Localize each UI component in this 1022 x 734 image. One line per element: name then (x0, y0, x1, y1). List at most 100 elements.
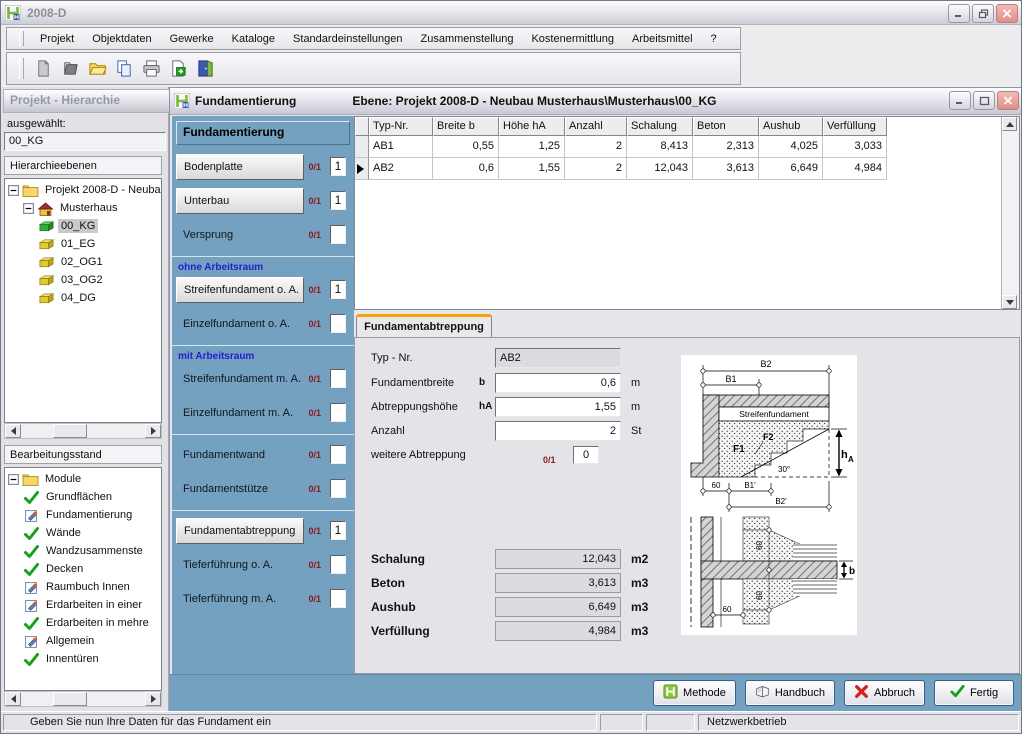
scroll-right-icon[interactable] (145, 692, 161, 706)
menu-kostenermittlung[interactable]: Kostenermittlung (522, 31, 623, 47)
restore-button[interactable] (972, 4, 994, 23)
nav-count-box[interactable] (330, 314, 346, 333)
print-button[interactable] (139, 56, 164, 81)
hierarchy-levels-header[interactable]: Hierarchieebenen (4, 156, 162, 175)
menu-zusammenstellung[interactable]: Zusammenstellung (412, 31, 523, 47)
scrollbar-thumb[interactable] (53, 692, 87, 706)
row-selector[interactable] (355, 136, 369, 158)
abbruch-button[interactable]: Abbruch (844, 680, 925, 706)
tree-item[interactable]: 01_EG (5, 235, 161, 253)
scrollbar-thumb[interactable] (53, 424, 87, 438)
input-field-abtreppungsh-he[interactable]: 1,55 (495, 397, 621, 417)
column-header-h-he-ha[interactable]: Höhe hA (499, 117, 565, 136)
cell-verf-llung[interactable]: 3,033 (823, 136, 887, 158)
nav-item-button[interactable]: Einzelfundament m. A. (176, 400, 311, 426)
scroll-up-icon[interactable] (1002, 117, 1017, 131)
cell-h-he-ha[interactable]: 1,55 (499, 158, 565, 180)
cell-aushub[interactable]: 4,025 (759, 136, 823, 158)
tree-item[interactable]: 02_OG1 (5, 253, 161, 271)
counter-field[interactable]: 0 (573, 446, 599, 464)
tree-item[interactable]: Grundflächen (5, 488, 161, 506)
cell-beton[interactable]: 2,313 (693, 136, 759, 158)
nav-count-box[interactable] (330, 479, 346, 498)
tree-item[interactable]: Innentüren (5, 650, 161, 668)
nav-count-box[interactable] (330, 369, 346, 388)
nav-count-box[interactable] (330, 225, 346, 244)
toolbar-grip[interactable] (19, 58, 24, 80)
maximize-button[interactable] (973, 91, 995, 110)
nav-item-button[interactable]: Fundamentwand (176, 442, 311, 468)
nav-count-box[interactable] (330, 589, 346, 608)
table-vscrollbar[interactable] (1001, 117, 1019, 309)
tree-item[interactable]: Wände (5, 524, 161, 542)
cell-breite-b[interactable]: 0,55 (433, 136, 499, 158)
column-header-beton[interactable]: Beton (693, 117, 759, 136)
new-document-button[interactable] (31, 56, 56, 81)
exit-door-button[interactable] (193, 56, 218, 81)
tree-item[interactable]: Erdarbeiten in einer (5, 596, 161, 614)
nav-count-box[interactable]: 1 (330, 521, 346, 540)
scroll-right-icon[interactable] (145, 424, 161, 438)
nav-count-box[interactable]: 1 (330, 191, 346, 210)
nav-item-button[interactable]: Streifenfundament o. A. (176, 277, 304, 303)
tree-item[interactable]: Fundamentierung (5, 506, 161, 524)
methode-button[interactable]: Methode (653, 680, 736, 706)
tree-item[interactable]: Raumbuch Innen (5, 578, 161, 596)
menu-projekt[interactable]: Projekt (31, 31, 83, 47)
menu-objektdaten[interactable]: Objektdaten (83, 31, 160, 47)
nav-item-button[interactable]: Bodenplatte (176, 154, 304, 180)
export-document-button[interactable] (166, 56, 191, 81)
column-header-anzahl[interactable]: Anzahl (565, 117, 627, 136)
row-selector[interactable] (355, 158, 369, 180)
modules-tree-hscrollbar[interactable] (4, 691, 162, 707)
tree-item[interactable]: Wandzusammenste (5, 542, 161, 560)
column-header-schalung[interactable]: Schalung (627, 117, 693, 136)
tab-fundamentabtreppung[interactable]: Fundamentabtreppung (356, 314, 492, 338)
menu-arbeitsmittel[interactable]: Arbeitsmittel (623, 31, 702, 47)
tree-item[interactable]: Allgemein (5, 632, 161, 650)
cell-schalung[interactable]: 12,043 (627, 158, 693, 180)
nav-count-box[interactable]: 1 (330, 280, 346, 299)
nav-count-box[interactable] (330, 403, 346, 422)
column-header-typ-nr[interactable]: Typ-Nr. (369, 117, 433, 136)
cell-h-he-ha[interactable]: 1,25 (499, 136, 565, 158)
hierarchy-tree-hscrollbar[interactable] (4, 423, 162, 439)
column-header-breite-b[interactable]: Breite b (433, 117, 499, 136)
cell-anzahl[interactable]: 2 (565, 158, 627, 180)
scroll-left-icon[interactable] (5, 424, 21, 438)
nav-item-button[interactable]: Streifenfundament m. A. (176, 366, 311, 392)
table-row[interactable]: AB10,551,2528,4132,3134,0253,033 (355, 136, 1002, 158)
open-recent-button[interactable] (58, 56, 83, 81)
status-panel-header[interactable]: Bearbeitungsstand (4, 445, 162, 464)
table-row[interactable]: AB20,61,55212,0433,6136,6494,984 (355, 158, 1002, 180)
nav-item-button[interactable]: Fundamentabtreppung (176, 518, 304, 544)
nav-item-button[interactable]: Einzelfundament o. A. (176, 311, 311, 337)
column-header-verf-llung[interactable]: Verfüllung (823, 117, 887, 136)
menu-gewerke[interactable]: Gewerke (161, 31, 223, 47)
cell-typ-nr[interactable]: AB2 (369, 158, 433, 180)
tree-item[interactable]: Module (5, 470, 161, 488)
nav-item-button[interactable]: Tieferführung o. A. (176, 552, 311, 578)
menu-item[interactable]: ? (702, 31, 726, 47)
input-field-fundamentbreite[interactable]: 0,6 (495, 373, 621, 393)
nav-item-button[interactable]: Tieferführung m. A. (176, 586, 311, 612)
minimize-button[interactable] (948, 4, 970, 23)
cell-anzahl[interactable]: 2 (565, 136, 627, 158)
cell-verf-llung[interactable]: 4,984 (823, 158, 887, 180)
splitter[interactable] (354, 310, 1020, 314)
nav-count-box[interactable] (330, 445, 346, 464)
minimize-button[interactable] (949, 91, 971, 110)
toolbar-grip[interactable] (19, 31, 24, 46)
nav-item-button[interactable]: Unterbau (176, 188, 304, 214)
nav-item-button[interactable]: Versprung (176, 222, 311, 248)
scroll-left-icon[interactable] (5, 692, 21, 706)
copy-button[interactable] (112, 56, 137, 81)
tree-item[interactable]: 03_OG2 (5, 271, 161, 289)
tree-item[interactable]: 04_DG (5, 289, 161, 307)
input-field-anzahl[interactable]: 2 (495, 421, 621, 441)
menu-standardeinstellungen[interactable]: Standardeinstellungen (284, 31, 411, 47)
tree-item[interactable]: Musterhaus (5, 199, 161, 217)
close-button[interactable] (996, 4, 1018, 23)
cell-typ-nr[interactable]: AB1 (369, 136, 433, 158)
tree-item[interactable]: Projekt 2008-D - Neubau (5, 181, 161, 199)
